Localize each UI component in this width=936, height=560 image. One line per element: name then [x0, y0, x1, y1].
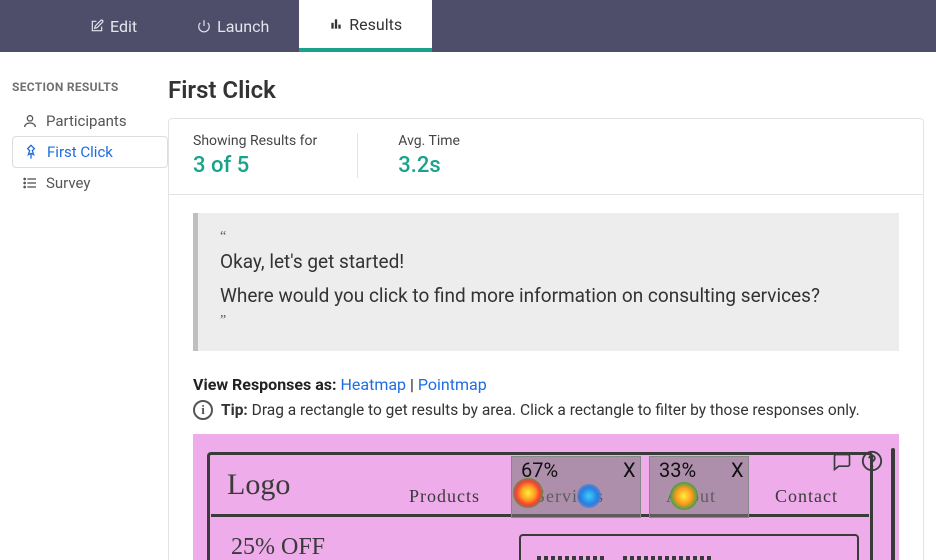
tab-label: Edit [110, 17, 137, 36]
stat-showing: Showing Results for 3 of 5 [193, 133, 358, 178]
info-icon: i [193, 400, 213, 420]
stat-label: Showing Results for [193, 133, 317, 149]
quote-line1: Okay, let's get started! [220, 245, 877, 279]
open-quote-icon: “ [220, 229, 877, 245]
tip-label: Tip: [221, 401, 248, 419]
sidebar-item-participants[interactable]: Participants [12, 106, 168, 136]
view-pointmap-link[interactable]: Pointmap [418, 375, 487, 394]
view-heatmap-link[interactable]: Heatmap [340, 375, 406, 394]
view-sep: | [406, 375, 418, 394]
tip-row: i Tip: Drag a rectangle to get results b… [169, 396, 923, 434]
tab-edit[interactable]: Edit [60, 0, 167, 52]
tip-text-wrap: Tip: Drag a rectangle to get results by … [221, 401, 860, 419]
results-icon [329, 17, 343, 31]
sidebar-item-first-click[interactable]: First Click [12, 136, 168, 168]
task-prompt-quote: “ Okay, let's get started! Where would y… [193, 213, 899, 351]
selection-close-1[interactable]: X [623, 458, 636, 482]
list-icon [22, 175, 38, 191]
pin-icon [23, 144, 39, 160]
sidebar-item-label: Survey [46, 174, 91, 192]
comment-icon [831, 452, 853, 472]
wireframe-nav-contact: Contact [775, 486, 838, 507]
power-icon [197, 19, 211, 33]
sidebar-item-survey[interactable]: Survey [12, 168, 168, 198]
stat-label: Avg. Time [398, 133, 460, 149]
wireframe-squiggle [623, 556, 713, 560]
view-label: View Responses as: [193, 375, 337, 394]
wireframe-nav-products: Products [409, 486, 480, 507]
sidebar-item-label: First Click [47, 143, 113, 161]
wireframe-squiggle [537, 556, 607, 560]
edit-icon [90, 19, 104, 33]
tab-label: Launch [217, 17, 269, 36]
user-icon [22, 113, 38, 129]
sidebar-item-label: Participants [46, 112, 127, 130]
stat-avgtime: Avg. Time 3.2s [398, 133, 500, 178]
tab-results[interactable]: Results [299, 0, 432, 52]
stat-value: 3.2s [398, 153, 460, 178]
main: First Click Showing Results for 3 of 5 A… [168, 52, 936, 560]
selection-close-2[interactable]: X [731, 458, 744, 482]
selection-percent-1: 67% [521, 458, 558, 482]
top-nav: Edit Launch Results [0, 0, 936, 52]
tab-label: Results [349, 15, 402, 34]
results-card: Showing Results for 3 of 5 Avg. Time 3.2… [168, 118, 924, 560]
wireframe-promo: 25% OFF [231, 534, 325, 560]
help-icon [861, 450, 883, 472]
page-title: First Click [168, 76, 924, 104]
tab-launch[interactable]: Launch [167, 0, 299, 52]
quote-line2: Where would you click to find more infor… [220, 279, 877, 313]
sidebar: SECTION RESULTS Participants First Click… [0, 52, 168, 560]
tip-text: Drag a rectangle to get results by area.… [248, 401, 860, 419]
heatmap-canvas[interactable]: Logo Products Services About Contact 25%… [193, 434, 899, 560]
stats-row: Showing Results for 3 of 5 Avg. Time 3.2… [169, 119, 923, 195]
view-responses-row: View Responses as: Heatmap | Pointmap [169, 369, 923, 396]
wireframe-right-edge [891, 448, 895, 560]
wireframe-logo: Logo [227, 468, 290, 502]
close-quote-icon: ” [220, 313, 877, 329]
selection-percent-2: 33% [659, 458, 696, 482]
sidebar-title: SECTION RESULTS [12, 80, 168, 106]
stat-value: 3 of 5 [193, 153, 317, 178]
